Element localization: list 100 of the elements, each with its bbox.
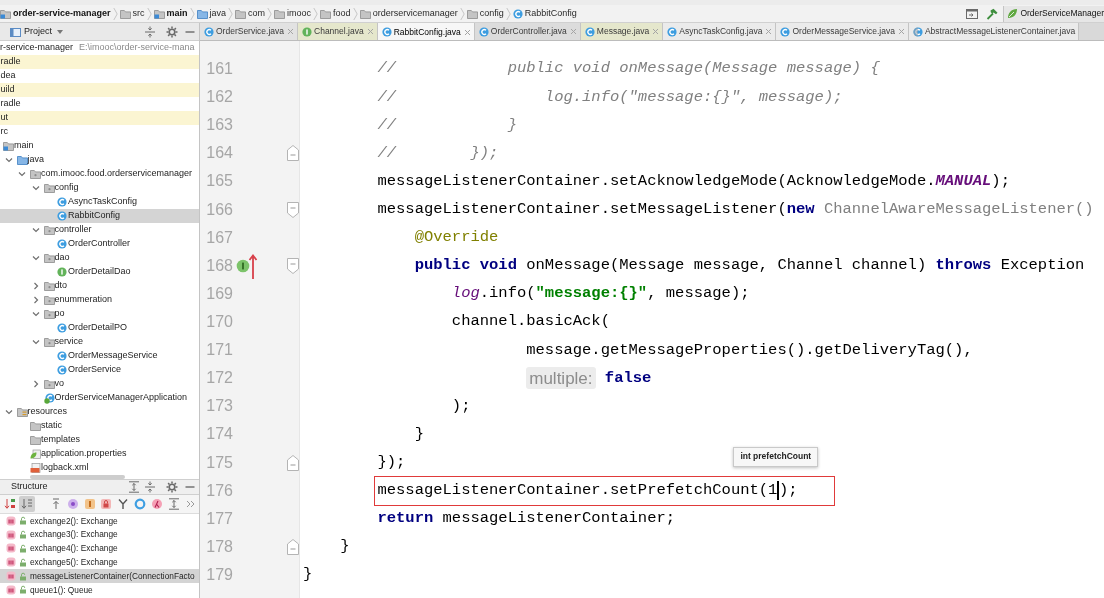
tree-item[interactable]: enummeration: [0, 293, 199, 307]
close-icon[interactable]: [652, 28, 660, 35]
editor-tab[interactable]: RabbitConfig.java: [377, 23, 475, 40]
tree-item[interactable]: OrderDetailPO: [0, 321, 199, 335]
chevron-icon[interactable]: [31, 254, 40, 262]
settings-icon[interactable]: [166, 25, 178, 38]
settings-icon[interactable]: [166, 481, 178, 493]
tree-item[interactable]: com.imooc.food.orderservicemanager: [0, 167, 199, 181]
tree-item[interactable]: AsyncTaskConfig: [0, 195, 199, 209]
tree-item[interactable]: ut: [0, 111, 199, 125]
editor-tab[interactable]: OrderMessageService.java: [776, 23, 909, 40]
fold-marker-icon[interactable]: [287, 454, 299, 471]
structure-item[interactable]: messageListenerContainer(ConnectionFacto: [0, 569, 199, 583]
structure-item[interactable]: exchange3(): Exchange: [0, 527, 199, 542]
tree-item[interactable]: dto: [0, 279, 199, 293]
tree-item[interactable]: OrderDetailDao: [0, 265, 199, 279]
editor-tab[interactable]: AsyncTaskConfig.java: [663, 23, 777, 40]
close-icon[interactable]: [366, 28, 374, 35]
breadcrumb-item[interactable]: config: [466, 6, 504, 21]
tree-item[interactable]: controller: [0, 223, 199, 237]
breadcrumb-item[interactable]: imooc: [274, 6, 312, 21]
chevron-icon[interactable]: [31, 310, 40, 318]
class-icon: [57, 197, 67, 207]
chevron-icon[interactable]: [31, 282, 40, 290]
tree-item[interactable]: dea: [0, 69, 199, 83]
layout-icon[interactable]: [966, 8, 979, 19]
tree-item[interactable]: rc: [0, 125, 199, 139]
editor-tab[interactable]: AbstractMessageListenerContainer.java: [908, 23, 1080, 40]
breadcrumb-item[interactable]: orderservicemanager: [359, 6, 458, 21]
expand-all-icon[interactable]: [128, 481, 140, 493]
close-icon[interactable]: [463, 28, 471, 36]
tree-item[interactable]: resources: [0, 405, 199, 419]
unlock-icon: [19, 530, 27, 540]
breadcrumb-item[interactable]: order-service-manager: [0, 6, 111, 21]
tree-item[interactable]: templates: [0, 433, 199, 447]
tree-item[interactable]: OrderMessageService: [0, 349, 199, 363]
editor-tab[interactable]: Message.java: [580, 23, 664, 40]
project-view-dropdown[interactable]: Project: [10, 24, 63, 39]
fold-marker-icon[interactable]: [287, 257, 299, 274]
folder-icon: [43, 281, 55, 291]
structure-item[interactable]: exchange2(): Exchange: [0, 514, 199, 528]
editor-tab[interactable]: OrderService.java: [200, 23, 299, 40]
property-icon: [66, 498, 79, 510]
tree-item[interactable]: OrderService: [0, 363, 199, 377]
tree-item[interactable]: dao: [0, 251, 199, 265]
close-icon[interactable]: [765, 28, 773, 35]
tree-item[interactable]: java: [0, 153, 199, 167]
fold-marker-icon[interactable]: [287, 538, 299, 555]
fold-marker-icon[interactable]: [287, 201, 299, 218]
collapse-all-icon[interactable]: [144, 25, 156, 38]
tree-item[interactable]: vo: [0, 377, 199, 391]
tree-item[interactable]: config: [0, 181, 199, 195]
breadcrumb-item[interactable]: RabbitConfig: [512, 6, 577, 21]
tree-item[interactable]: main: [0, 139, 199, 153]
breadcrumb-item[interactable]: java: [196, 6, 227, 21]
editor-tab[interactable]: Channel.java: [298, 23, 378, 40]
close-icon[interactable]: [569, 28, 577, 35]
tree-item[interactable]: static: [0, 419, 199, 433]
caret-icon: [57, 29, 63, 34]
tree-item[interactable]: OrderController: [0, 237, 199, 251]
fold-marker-icon[interactable]: [287, 145, 299, 162]
toolbar-button[interactable]: [2, 496, 18, 512]
scrollbar-thumb[interactable]: [30, 475, 125, 479]
breadcrumb-item[interactable]: com: [235, 6, 266, 21]
code-line: // public void onMessage(Message message) {: [377, 58, 880, 80]
tree-item[interactable]: radle: [0, 97, 199, 111]
code-line: @Override: [414, 227, 499, 249]
tree-item[interactable]: RabbitConfig: [0, 209, 199, 223]
chevron-icon[interactable]: [31, 184, 40, 192]
structure-item[interactable]: queue1(): Queue: [0, 583, 199, 597]
class-icon: [381, 27, 392, 37]
tree-item[interactable]: logback.xml: [0, 461, 199, 475]
toolbar-button[interactable]: [18, 496, 35, 512]
tree-item[interactable]: po: [0, 307, 199, 321]
chevron-icon[interactable]: [4, 408, 13, 416]
class-icon: [584, 26, 595, 37]
breadcrumb-item[interactable]: src: [119, 6, 145, 21]
folder-icon: [3, 141, 14, 151]
breadcrumb-item[interactable]: main: [153, 6, 188, 21]
tree-item[interactable]: application.properties: [0, 447, 199, 461]
chevron-icon[interactable]: [18, 170, 26, 178]
tree-item[interactable]: radle: [0, 55, 199, 69]
close-icon[interactable]: [287, 28, 295, 35]
tree-item[interactable]: OrderServiceManagerApplication: [0, 391, 199, 405]
chevron-icon[interactable]: [31, 380, 40, 388]
tree-item[interactable]: r-service-manager E:\imooc\order-service-mana: [0, 41, 199, 55]
hammer-icon[interactable]: [986, 7, 999, 20]
chevron-icon[interactable]: [31, 296, 40, 304]
breadcrumb-item[interactable]: food: [320, 6, 351, 21]
lambda-icon: [151, 498, 164, 510]
run-configuration-dropdown[interactable]: OrderServiceManager: [1003, 5, 1104, 22]
close-icon[interactable]: [897, 28, 905, 35]
chevron-icon[interactable]: [4, 156, 13, 164]
collapse-all-icon[interactable]: [144, 481, 156, 493]
chevron-icon[interactable]: [31, 338, 40, 346]
tree-item[interactable]: uild: [0, 83, 199, 97]
structure-item[interactable]: exchange5(): Exchange: [0, 555, 199, 570]
chevron-icon[interactable]: [31, 226, 40, 234]
structure-item[interactable]: exchange4(): Exchange: [0, 541, 199, 556]
tree-item[interactable]: service: [0, 335, 199, 349]
